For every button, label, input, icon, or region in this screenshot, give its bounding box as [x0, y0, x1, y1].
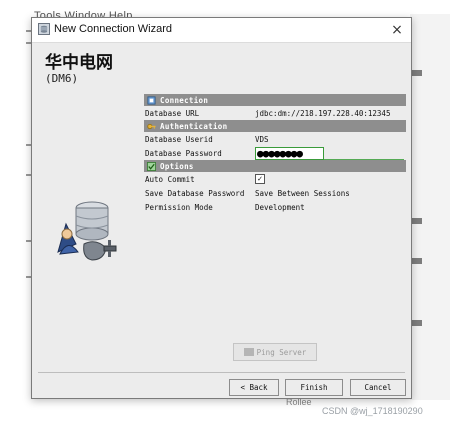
section-header-connection: Connection	[144, 94, 406, 106]
dialog-title: New Connection Wizard	[54, 23, 172, 35]
connection-name-heading: 华中电网	[45, 53, 113, 73]
connection-driver-subtitle: (DM6)	[45, 72, 79, 85]
section-header-options: Options	[144, 160, 406, 172]
cancel-button[interactable]: Cancel	[350, 379, 406, 396]
section-header-authentication: Authentication	[144, 120, 406, 132]
field-row-save-password: Save Database Password Save Between Sess…	[144, 186, 406, 200]
section-label-connection: Connection	[160, 95, 209, 105]
database-url-label: Database URL	[145, 108, 200, 118]
field-row-password: Database Password ●●●●●●●●	[144, 146, 406, 160]
database-icon	[38, 23, 50, 35]
database-password-label: Database Password	[145, 148, 222, 158]
connection-plug-icon	[147, 95, 156, 105]
back-button[interactable]: < Back	[229, 379, 279, 396]
background-right-panel	[410, 14, 450, 400]
options-check-icon	[147, 161, 156, 171]
new-connection-wizard-dialog: New Connection Wizard × 华中电网 (DM6) Conne…	[31, 17, 412, 399]
connection-form: Connection Database URL jdbc:dm://218.19…	[144, 94, 406, 214]
field-row-userid: Database Userid VDS	[144, 132, 406, 146]
save-password-select[interactable]: Save Between Sessions	[255, 189, 406, 198]
auto-commit-checkbox[interactable]: ✓	[255, 174, 265, 184]
password-field-underline	[324, 158, 404, 160]
button-separator	[38, 372, 405, 373]
field-row-permission-mode: Permission Mode Development	[144, 200, 406, 214]
database-wizard-icon	[57, 201, 117, 261]
database-userid-label: Database Userid	[145, 134, 213, 144]
ping-server-label: Ping Server	[256, 347, 307, 357]
key-icon	[147, 123, 156, 129]
auto-commit-container: ✓	[255, 174, 406, 184]
database-url-field[interactable]: jdbc:dm://218.197.228.40:12345	[255, 109, 406, 118]
title-bar[interactable]: New Connection Wizard ×	[32, 18, 411, 43]
database-userid-field[interactable]: VDS	[255, 135, 406, 144]
database-password-field[interactable]: ●●●●●●●●	[255, 146, 324, 160]
permission-mode-label: Permission Mode	[145, 202, 213, 212]
section-label-authentication: Authentication	[160, 121, 228, 131]
permission-mode-select[interactable]: Development	[255, 203, 406, 212]
field-row-auto-commit: Auto Commit ✓	[144, 172, 406, 186]
ping-server-button[interactable]: Ping Server	[233, 343, 317, 361]
close-button[interactable]: ×	[387, 20, 407, 40]
watermark: CSDN @wj_1718190290	[322, 406, 423, 416]
auto-commit-label: Auto Commit	[145, 174, 195, 184]
finish-button[interactable]: Finish	[285, 379, 343, 396]
password-field-container: ●●●●●●●●	[255, 146, 406, 160]
ping-server-icon	[243, 348, 254, 356]
field-row-database-url: Database URL jdbc:dm://218.197.228.40:12…	[144, 106, 406, 120]
save-password-label: Save Database Password	[145, 188, 245, 198]
section-label-options: Options	[160, 161, 194, 171]
